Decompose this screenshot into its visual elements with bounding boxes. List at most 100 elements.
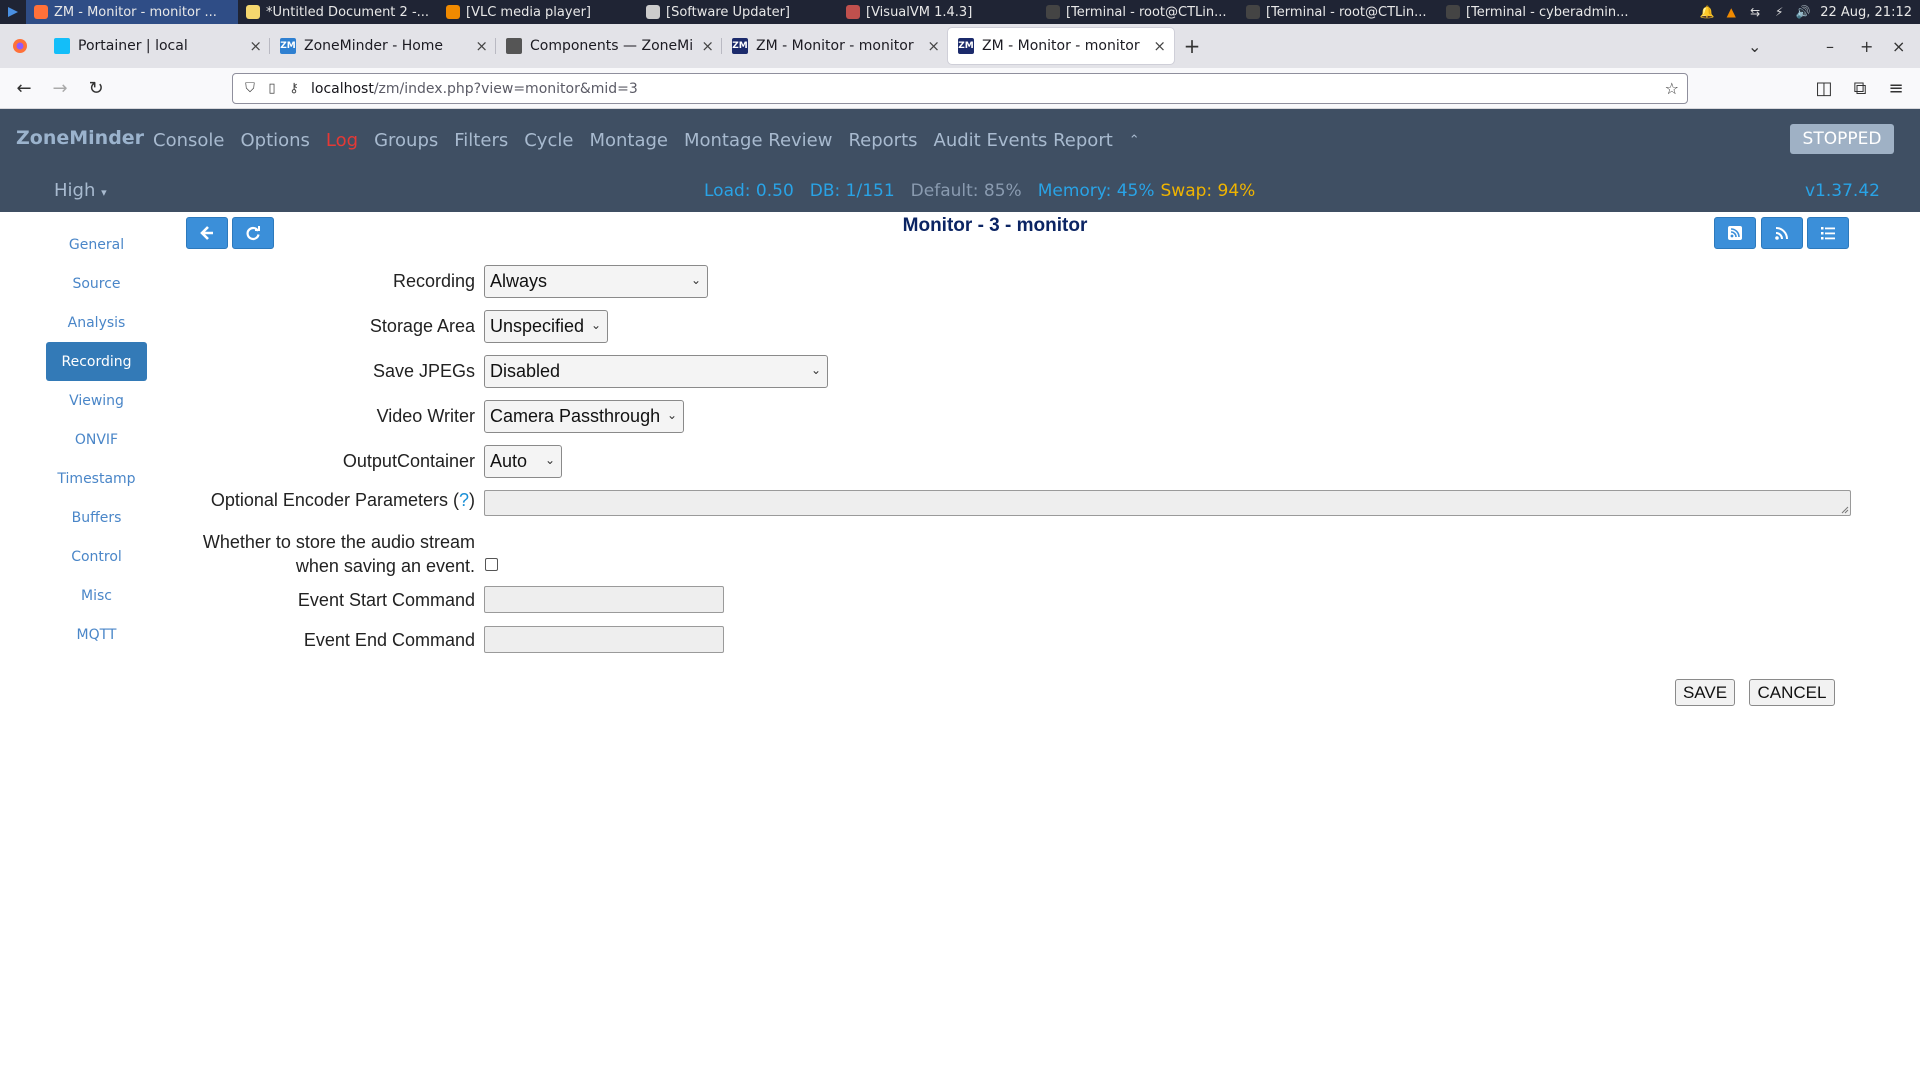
- sidebar-item-mqtt[interactable]: MQTT: [46, 615, 147, 654]
- url-bar[interactable]: ⛉ ▯ ⚷ localhost/zm/index.php?view=monito…: [232, 73, 1688, 104]
- bookmark-star-icon[interactable]: ☆: [1665, 79, 1679, 98]
- close-tab-icon[interactable]: ×: [927, 37, 940, 55]
- app-menu-icon[interactable]: [0, 0, 26, 24]
- zm-main-menu: Console Options Log Groups Filters Cycle Monta…: [153, 130, 1140, 151]
- key-icon[interactable]: ⚷: [283, 81, 305, 96]
- event-end-label: Event End Command: [303, 630, 475, 650]
- zm-menu-item-cycle[interactable]: Cycle: [524, 130, 573, 151]
- volume-icon[interactable]: 🔊: [1796, 5, 1811, 19]
- shield-icon[interactable]: ⛉: [239, 81, 261, 96]
- close-window-button[interactable]: ×: [1892, 24, 1905, 68]
- clock[interactable]: 22 Aug, 21:12: [1820, 5, 1912, 20]
- zm-menu-item-options[interactable]: Options: [240, 130, 309, 151]
- taskbar-task[interactable]: [Terminal - cyberadmin...: [1438, 0, 1638, 24]
- taskbar-task[interactable]: [VisualVM 1.4.3]: [838, 0, 1038, 24]
- event-end-input[interactable]: [484, 626, 724, 653]
- browser-tab-title: Portainer | local: [78, 38, 188, 54]
- taskbar-task[interactable]: [Software Updater]: [638, 0, 838, 24]
- sidebar-item-misc[interactable]: Misc: [46, 576, 147, 615]
- browser-tab[interactable]: ZM ZM - Monitor - monitor ×: [722, 28, 948, 64]
- maximize-window-button[interactable]: +: [1860, 24, 1873, 68]
- network-icon[interactable]: ⇆: [1748, 5, 1762, 19]
- new-tab-button[interactable]: +: [1174, 28, 1210, 64]
- sidebar-item-analysis[interactable]: Analysis: [46, 303, 147, 342]
- output-container-label: OutputContainer: [342, 451, 475, 471]
- audio-checkbox[interactable]: [485, 558, 498, 571]
- zm-version[interactable]: v1.37.42: [1805, 181, 1880, 201]
- sidebar-item-buffers[interactable]: Buffers: [46, 498, 147, 537]
- sidebar-item-onvif[interactable]: ONVIF: [46, 420, 147, 459]
- sidebar-item-timestamp[interactable]: Timestamp: [46, 459, 147, 498]
- sidebar-item-viewing[interactable]: Viewing: [46, 381, 147, 420]
- pocket-icon[interactable]: ◫: [1806, 72, 1842, 104]
- db-status: DB: 1/151: [809, 181, 895, 201]
- cancel-button[interactable]: CANCEL: [1749, 679, 1835, 706]
- close-tab-icon[interactable]: ×: [1153, 37, 1166, 55]
- zm-menu-item-filters[interactable]: Filters: [454, 130, 508, 151]
- back-icon[interactable]: ←: [6, 72, 42, 104]
- sidebar-item-recording[interactable]: Recording: [46, 342, 147, 381]
- rss-feed-button[interactable]: [1761, 217, 1803, 249]
- output-container-select[interactable]: Auto ⌄: [484, 445, 562, 478]
- close-tab-icon[interactable]: ×: [475, 37, 488, 55]
- help-link[interactable]: ?: [459, 490, 469, 510]
- zm-icon: ZM: [280, 38, 296, 54]
- back-button[interactable]: [186, 217, 228, 249]
- os-taskbar: ZM - Monitor - monitor ... *Untitled Docu…: [0, 0, 1920, 24]
- sidebar-item-general[interactable]: General: [46, 225, 147, 264]
- vlc-tray-icon[interactable]: ▲: [1724, 5, 1738, 19]
- collapse-menu-icon[interactable]: ⌃: [1129, 133, 1140, 151]
- page-info-icon[interactable]: ▯: [261, 81, 283, 96]
- resize-handle-icon[interactable]: [1840, 505, 1849, 514]
- hamburger-menu-icon[interactable]: ≡: [1878, 72, 1914, 104]
- run-state-button[interactable]: STOPPED: [1790, 124, 1894, 154]
- power-icon[interactable]: ⚡: [1772, 5, 1786, 19]
- browser-tab[interactable]: Components — ZoneMin ×: [496, 28, 722, 64]
- zm-icon: ZM: [958, 38, 974, 54]
- save-button[interactable]: SAVE: [1675, 679, 1735, 706]
- minimize-window-button[interactable]: –: [1826, 24, 1834, 68]
- event-start-input[interactable]: [484, 586, 724, 613]
- taskbar-task[interactable]: ZM - Monitor - monitor ...: [26, 0, 238, 24]
- extensions-icon[interactable]: ⧉: [1842, 72, 1878, 104]
- chevron-down-icon: ⌄: [690, 273, 701, 287]
- sidebar-item-control[interactable]: Control: [46, 537, 147, 576]
- forward-icon[interactable]: →: [42, 72, 78, 104]
- zm-menu-item-montage-review[interactable]: Montage Review: [684, 130, 832, 151]
- zm-brand[interactable]: ZoneMinder: [16, 127, 144, 149]
- taskbar-task[interactable]: [Terminal - root@CTLin...: [1038, 0, 1238, 24]
- taskbar-task[interactable]: *Untitled Document 2 -...: [238, 0, 438, 24]
- taskbar-task[interactable]: [Terminal - root@CTLin...: [1238, 0, 1438, 24]
- zm-menu-item-log[interactable]: Log: [326, 130, 358, 151]
- close-tab-icon[interactable]: ×: [701, 37, 714, 55]
- browser-tab[interactable]: ZM ZM - Monitor - monitor ×: [948, 28, 1174, 64]
- refresh-button[interactable]: [232, 217, 274, 249]
- list-all-tabs-icon[interactable]: ⌄: [1748, 24, 1761, 68]
- zm-menu-item-console[interactable]: Console: [153, 130, 224, 151]
- taskbar-task-label: [Terminal - cyberadmin...: [1466, 4, 1629, 20]
- taskbar-task-label: *Untitled Document 2 -...: [266, 4, 430, 20]
- zm-menu-item-groups[interactable]: Groups: [374, 130, 438, 151]
- recording-select[interactable]: Always ⌄: [484, 265, 708, 298]
- close-tab-icon[interactable]: ×: [249, 37, 262, 55]
- zm-menu-item-montage[interactable]: Montage: [589, 130, 668, 151]
- notification-bell-icon[interactable]: 🔔: [1700, 5, 1715, 19]
- zm-menu-item-reports[interactable]: Reports: [848, 130, 917, 151]
- bandwidth-dropdown[interactable]: High ▾: [54, 180, 107, 201]
- list-button[interactable]: [1807, 217, 1849, 249]
- sidebar-item-source[interactable]: Source: [46, 264, 147, 303]
- browser-tab[interactable]: Portainer | local ×: [44, 28, 270, 64]
- reload-icon[interactable]: ↻: [78, 72, 114, 104]
- rss-square-button[interactable]: [1714, 217, 1756, 249]
- storage-area-select[interactable]: Unspecified ⌄: [484, 310, 608, 343]
- zm-menu-item-audit-events-report[interactable]: Audit Events Report: [934, 130, 1113, 151]
- encoder-params-textarea[interactable]: [484, 490, 1851, 516]
- save-jpegs-select[interactable]: Disabled ⌄: [484, 355, 828, 388]
- firefox-menu-icon[interactable]: [0, 24, 40, 68]
- chevron-down-icon: ⌄: [810, 363, 821, 377]
- browser-tab[interactable]: ZM ZoneMinder - Home ×: [270, 28, 496, 64]
- video-writer-select[interactable]: Camera Passthrough ⌄: [484, 400, 684, 433]
- swap-status: Swap: 94%: [1160, 181, 1256, 201]
- taskbar-task[interactable]: [VLC media player]: [438, 0, 638, 24]
- memory-status: Memory: 45%: [1037, 181, 1155, 201]
